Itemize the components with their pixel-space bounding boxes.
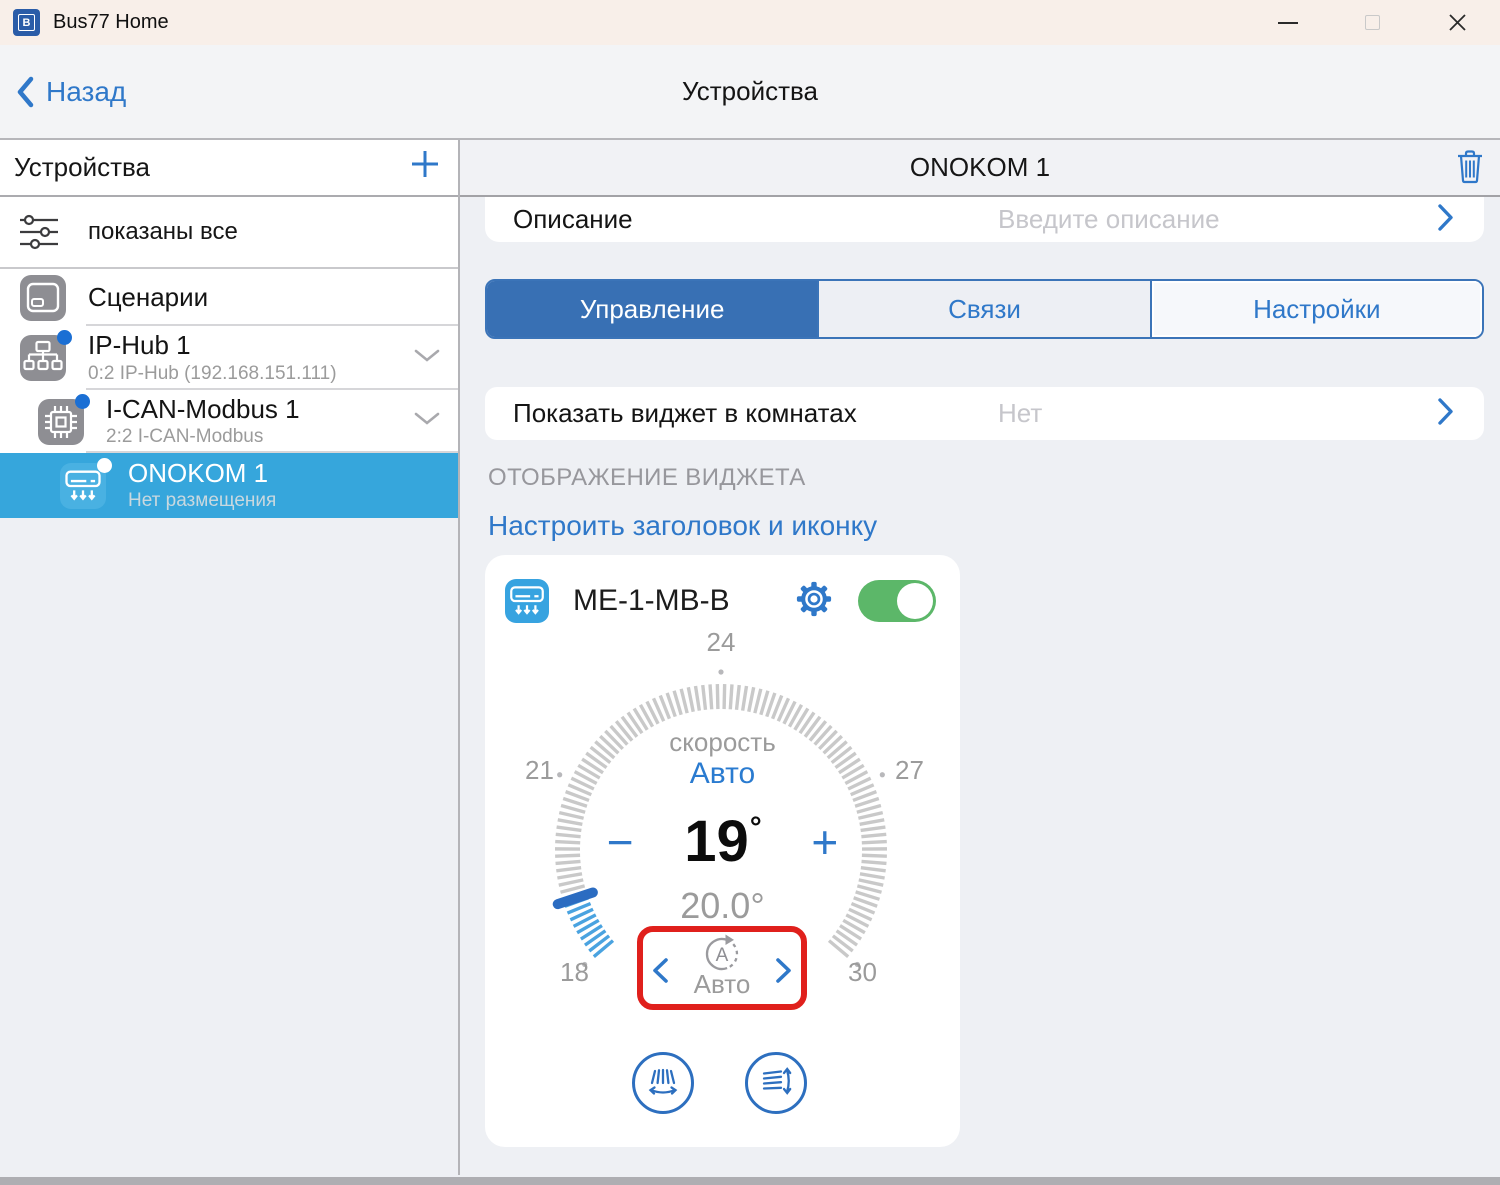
close-button[interactable] (1415, 0, 1500, 45)
hub-icon (20, 330, 72, 381)
current-temperature: 20.0° (680, 885, 765, 926)
horizontal-swing-button[interactable] (632, 1052, 694, 1114)
tab-label: Связи (948, 293, 1021, 324)
vertical-swing-button[interactable] (745, 1052, 807, 1114)
rooms-value: Нет (998, 398, 1043, 428)
app-icon: B (13, 9, 40, 36)
row-subtitle: 0:2 IP-Hub (192.168.151.111) (88, 362, 337, 384)
device-sidebar: Устройства показаны все Сценарии IP-Hub … (0, 140, 460, 1175)
back-button[interactable]: Назад (16, 76, 126, 108)
sidebar-item-ip-hub[interactable]: IP-Hub 1 0:2 IP-Hub (192.168.151.111) (0, 326, 458, 390)
expand-button[interactable] (414, 349, 440, 368)
ac-unit-icon (505, 579, 549, 623)
status-dot (97, 457, 112, 473)
tab-links[interactable]: Связи (817, 281, 1149, 337)
tab-settings[interactable]: Настройки (1149, 281, 1482, 337)
device-title: ONOKOM 1 (909, 152, 1051, 182)
chevron-right-icon (1438, 397, 1454, 430)
add-device-button[interactable] (410, 149, 440, 186)
description-placeholder: Введите описание (998, 204, 1220, 234)
description-row[interactable]: Описание Введите описание (485, 197, 1484, 242)
window-bottom-edge (0, 1177, 1500, 1185)
nav-header: Назад Устройства (0, 45, 1500, 140)
close-icon (1449, 14, 1466, 31)
chevron-down-icon (414, 412, 440, 425)
scenarios-folder-icon (20, 274, 66, 321)
trash-icon (1458, 150, 1482, 184)
widget-title: ME-1-MB-B (573, 584, 730, 617)
chip-icon (38, 393, 90, 445)
back-chevron-icon (17, 76, 34, 107)
horizontal-swing-icon (648, 1068, 678, 1095)
tab-bar: Управление Связи Настройки (485, 279, 1484, 339)
gear-icon (796, 581, 832, 616)
description-label: Описание (513, 204, 633, 234)
row-label: Сценарии (88, 282, 209, 313)
tab-control[interactable]: Управление (487, 281, 818, 337)
rooms-row[interactable]: Показать виджет в комнатах Нет (485, 387, 1484, 440)
sidebar-item-onokom[interactable]: ONOKOM 1 Нет размещения (0, 453, 458, 518)
filter-row[interactable]: показаны все (0, 197, 458, 269)
configure-title-icon-link[interactable]: Настроить заголовок и иконку (488, 510, 877, 542)
sidebar-item-ican-modbus[interactable]: I-CAN-Modbus 1 2:2 I-CAN-Modbus (0, 390, 458, 453)
ac-widget-card: ME-1-MB-B 24 21 27 18 30 скорость Авто −… (485, 555, 960, 1147)
status-dot (75, 393, 90, 409)
sidebar-item-scenarios[interactable]: Сценарии (0, 269, 458, 326)
device-detail-panel: ONOKOM 1 Описание Введите описание Управ… (460, 140, 1500, 1175)
maximize-icon (1365, 15, 1380, 30)
status-dot (57, 330, 72, 345)
plus-icon (412, 151, 438, 177)
filter-sliders-icon (20, 214, 58, 250)
back-label: Назад (46, 75, 127, 107)
widget-enabled-toggle[interactable] (858, 580, 936, 622)
app-title: Bus77 Home (53, 11, 169, 33)
tab-label: Настройки (1253, 293, 1381, 324)
setpoint-temperature: 19° (684, 809, 762, 874)
delete-device-button[interactable] (1454, 148, 1486, 193)
dial-tick-label: 18 (560, 957, 589, 987)
row-label: IP-Hub 1 (88, 330, 191, 361)
title-bar: B Bus77 Home (0, 0, 1500, 45)
tab-label: Управление (579, 293, 725, 324)
row-label: ONOKOM 1 (128, 457, 269, 488)
filter-label: показаны все (88, 218, 238, 245)
vertical-swing-icon (762, 1067, 792, 1095)
chevron-down-icon (414, 349, 440, 362)
minimize-button[interactable] (1245, 0, 1330, 45)
fan-speed-label: скорость (669, 727, 776, 757)
toggle-knob (897, 583, 933, 619)
dial-tick-label: 24 (706, 627, 736, 657)
temp-decrease-button[interactable]: − (598, 819, 642, 865)
sidebar-title: Устройства (14, 152, 151, 182)
expand-button[interactable] (414, 412, 440, 431)
svg-text:A: A (716, 945, 729, 966)
row-subtitle: 2:2 I-CAN-Modbus (106, 426, 264, 448)
dial-tick-label: 30 (848, 957, 877, 987)
rooms-label: Показать виджет в комнатах (513, 398, 857, 428)
minimize-icon (1277, 21, 1298, 24)
temp-increase-button[interactable]: + (803, 819, 847, 865)
chevron-right-icon (1438, 204, 1454, 236)
annotation-highlight-box: A Авто (637, 926, 807, 1010)
row-label: I-CAN-Modbus 1 (106, 393, 300, 424)
widget-display-section-title: ОТОБРАЖЕНИЕ ВИДЖЕТА (488, 464, 806, 491)
maximize-button[interactable] (1330, 0, 1415, 45)
ac-unit-icon (60, 457, 112, 509)
mode-value: Авто (693, 969, 751, 999)
widget-settings-button[interactable] (796, 581, 832, 622)
row-subtitle: Нет размещения (128, 490, 277, 512)
fan-speed-value[interactable]: Авто (485, 757, 960, 791)
page-title: Устройства (681, 76, 819, 106)
